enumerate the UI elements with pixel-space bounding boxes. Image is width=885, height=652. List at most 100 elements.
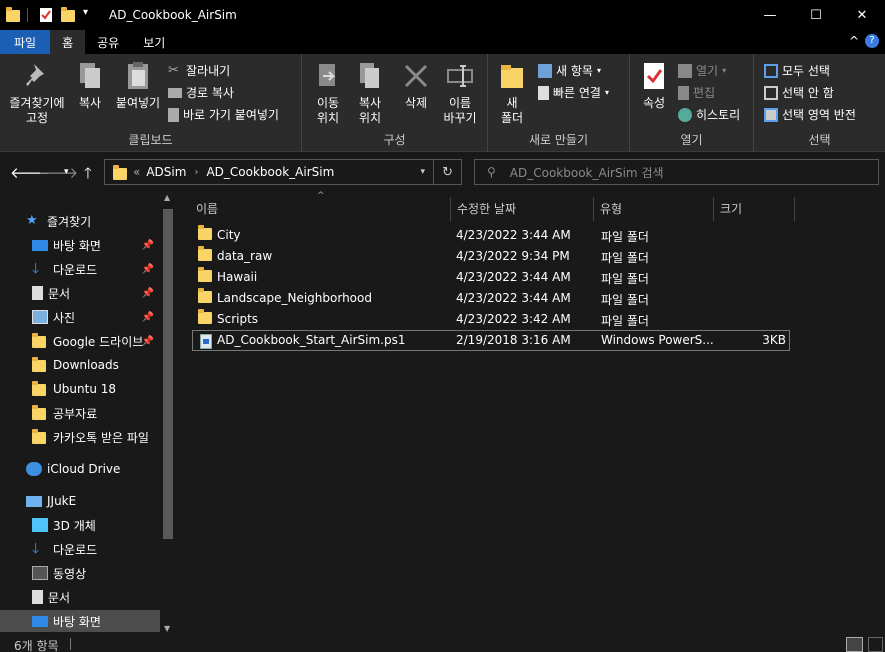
- invert-selection-button[interactable]: 선택 영역 반전: [764, 106, 856, 123]
- new-group-label: 새로 만들기: [528, 133, 588, 147]
- select-none-label: 선택 안 함: [782, 86, 834, 100]
- help-icon[interactable]: ?: [865, 34, 879, 48]
- scroll-down-icon[interactable]: ▼: [164, 624, 170, 633]
- easy-access-button[interactable]: 빠른 연결 ▾: [538, 84, 609, 101]
- sidebar-item-label: 문서: [48, 590, 71, 605]
- edit-button[interactable]: 편집: [678, 84, 715, 101]
- forward-arrow-icon[interactable]: 🡒: [38, 163, 78, 182]
- pin-to-quick-access-button[interactable]: 즐겨찾기에 고정: [6, 60, 68, 126]
- sidebar-item-pc-downloads[interactable]: 🡓 다운로드: [0, 538, 160, 560]
- rename-icon: [445, 60, 475, 92]
- paste-shortcut-button[interactable]: 바로 가기 붙여넣기: [168, 106, 279, 123]
- paste-button[interactable]: 붙여넣기: [112, 60, 164, 111]
- sidebar-item-downloads[interactable]: 🡓 다운로드 📌: [0, 258, 160, 280]
- details-view-icon[interactable]: [846, 637, 863, 652]
- select-none-button[interactable]: 선택 안 함: [764, 84, 834, 101]
- refresh-icon[interactable]: ↻: [442, 165, 453, 180]
- file-type: 파일 폴더: [601, 251, 649, 265]
- pin-icon[interactable]: 📌: [142, 264, 154, 275]
- sidebar-scrollbar[interactable]: ▲ ▼: [160, 191, 176, 635]
- new-folder-label: 새 폴더: [500, 96, 524, 125]
- minimize-button[interactable]: —: [747, 0, 793, 30]
- open-button[interactable]: 열기 ▾: [678, 62, 726, 79]
- tab-home[interactable]: 홈: [50, 30, 86, 54]
- separator: [70, 638, 71, 650]
- file-row-landscape-neighborhood[interactable]: Landscape_Neighborhood 4/23/2022 3:44 AM…: [192, 288, 790, 309]
- sidebar-item-google-drive[interactable]: Google 드라이브 📌: [0, 330, 160, 352]
- recent-locations-chevron-icon[interactable]: ▾: [64, 167, 69, 177]
- search-box[interactable]: ⚲ AD_Cookbook_AirSim 검색: [474, 159, 879, 185]
- pin-icon[interactable]: 📌: [142, 312, 154, 323]
- cut-button[interactable]: ✂ 잘라내기: [168, 62, 230, 79]
- overflow-breadcrumb[interactable]: «: [133, 165, 140, 179]
- column-header-name[interactable]: 이름: [196, 197, 218, 219]
- file-row-hawaii[interactable]: Hawaii 4/23/2022 3:44 AM 파일 폴더: [192, 267, 790, 288]
- tab-view[interactable]: 보기: [131, 30, 177, 54]
- sidebar-item-pictures[interactable]: 사진 📌: [0, 306, 160, 328]
- file-row-start-airsim-script[interactable]: AD_Cookbook_Start_AirSim.ps1 2/19/2018 3…: [192, 330, 790, 351]
- new-folder-button[interactable]: 새 폴더: [494, 60, 530, 126]
- history-button[interactable]: 히스토리: [678, 106, 740, 123]
- sidebar-item-kakaotalk[interactable]: 카카오톡 받은 파일: [0, 426, 160, 448]
- file-type: Windows PowerS...: [601, 333, 714, 347]
- new-item-button[interactable]: 새 항목 ▾: [538, 62, 601, 79]
- column-divider[interactable]: [593, 197, 594, 221]
- properties-quick-icon[interactable]: [39, 7, 55, 23]
- address-bar[interactable]: « ADSim › AD_Cookbook_AirSim ▾ ↻: [104, 159, 462, 185]
- breadcrumb-current[interactable]: AD_Cookbook_AirSim: [206, 165, 334, 179]
- scroll-up-icon[interactable]: ▲: [164, 193, 170, 202]
- copy-to-button[interactable]: 복사 위치: [352, 60, 388, 126]
- sidebar-item-videos[interactable]: 동영상: [0, 562, 160, 584]
- column-divider[interactable]: [450, 197, 451, 221]
- file-row-city[interactable]: City 4/23/2022 3:44 AM 파일 폴더: [192, 225, 790, 246]
- sidebar-item-documents[interactable]: 문서 📌: [0, 282, 160, 304]
- collapse-ribbon-icon[interactable]: ^: [849, 34, 859, 48]
- sidebar-item-ubuntu[interactable]: Ubuntu 18: [0, 378, 160, 400]
- file-row-scripts[interactable]: Scripts 4/23/2022 3:42 AM 파일 폴더: [192, 309, 790, 330]
- copy-path-button[interactable]: 경로 복사: [168, 84, 234, 101]
- sidebar-item-downloads-folder[interactable]: Downloads: [0, 354, 160, 376]
- new-folder-quick-icon[interactable]: [61, 7, 77, 23]
- file-row-data-raw[interactable]: data_raw 4/23/2022 9:34 PM 파일 폴더: [192, 246, 790, 267]
- pin-icon[interactable]: 📌: [142, 240, 154, 251]
- pin-icon[interactable]: 📌: [142, 336, 154, 347]
- column-header-type[interactable]: 유형: [600, 197, 622, 219]
- up-arrow-icon[interactable]: 🡑: [84, 163, 92, 188]
- large-icons-view-icon[interactable]: [868, 637, 883, 652]
- sidebar-item-pc-documents[interactable]: 문서: [0, 586, 160, 608]
- desktop-icon: [32, 615, 48, 627]
- move-to-button[interactable]: 이동 위치: [310, 60, 346, 126]
- column-header-size[interactable]: 크기: [720, 197, 742, 219]
- tab-share[interactable]: 공유: [85, 30, 131, 54]
- sidebar-item-pc-desktop[interactable]: 바탕 화면: [0, 610, 160, 632]
- file-name: Hawaii: [217, 270, 258, 284]
- select-all-button[interactable]: 모두 선택: [764, 62, 830, 79]
- file-list: ^ 이름 수정한 날짜 유형 크기 City 4/23/2022 3:44 AM…: [176, 191, 885, 635]
- sidebar-item-desktop[interactable]: 바탕 화면 📌: [0, 234, 160, 256]
- select-group: 모두 선택 선택 안 함 선택 영역 반전 선택: [754, 54, 885, 152]
- tab-file[interactable]: 파일: [0, 30, 51, 54]
- properties-button[interactable]: 속성: [636, 60, 672, 111]
- sidebar-item-3d-objects[interactable]: 3D 개체: [0, 514, 160, 536]
- sidebar-quick-access[interactable]: ★ 즐겨찾기: [0, 210, 160, 232]
- close-button[interactable]: ✕: [839, 0, 885, 30]
- sidebar-icloud-drive[interactable]: iCloud Drive: [0, 458, 160, 480]
- separator: [433, 160, 434, 184]
- sidebar-this-pc[interactable]: JJukE: [0, 490, 160, 512]
- column-divider[interactable]: [794, 197, 795, 221]
- open-label: 열기: [696, 64, 719, 78]
- column-divider[interactable]: [713, 197, 714, 221]
- maximize-button[interactable]: ☐: [793, 0, 839, 30]
- customize-quick-access-icon[interactable]: ▾: [83, 7, 99, 23]
- copy-button[interactable]: 복사: [72, 60, 108, 111]
- pin-icon[interactable]: 📌: [142, 288, 154, 299]
- sidebar-item-study[interactable]: 공부자료: [0, 402, 160, 424]
- rename-button[interactable]: 이름 바꾸기: [440, 60, 480, 126]
- pictures-icon: [32, 310, 48, 324]
- scrollbar-thumb[interactable]: [163, 209, 173, 539]
- column-header-date[interactable]: 수정한 날짜: [457, 197, 516, 219]
- address-history-chevron-icon[interactable]: ▾: [420, 167, 425, 177]
- delete-button[interactable]: 삭제: [398, 60, 434, 111]
- breadcrumb-adsim[interactable]: ADSim: [146, 165, 186, 179]
- invert-selection-icon: [764, 107, 778, 122]
